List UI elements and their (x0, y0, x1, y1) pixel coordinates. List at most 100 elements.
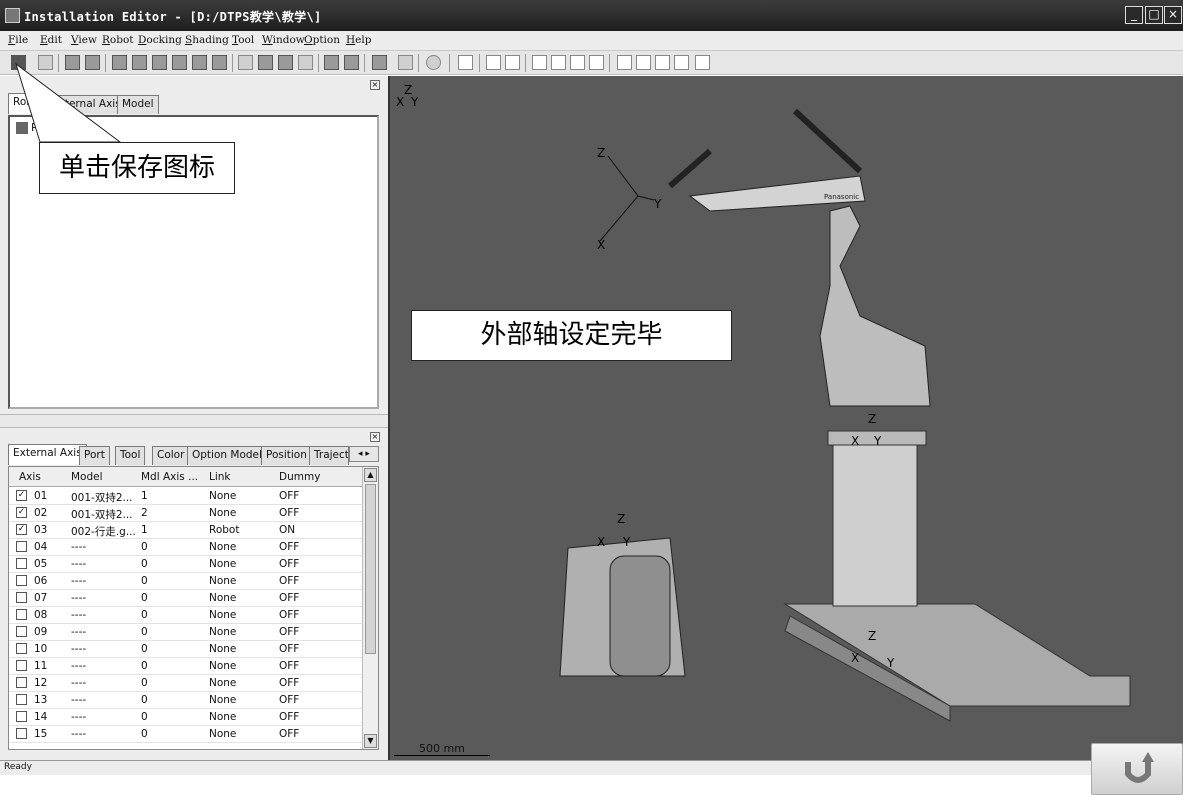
table-row[interactable]: 04 ---- 0 None OFF (9, 539, 363, 556)
view-cube-icon[interactable] (258, 55, 273, 70)
maximize-button[interactable]: □ (1145, 6, 1163, 24)
table-row[interactable]: 13 ---- 0 None OFF (9, 692, 363, 709)
target-icon[interactable] (426, 55, 441, 70)
table-row[interactable]: 05 ---- 0 None OFF (9, 556, 363, 573)
table-row[interactable]: 12 ---- 0 None OFF (9, 675, 363, 692)
row-checkbox[interactable]: ✓ (16, 490, 27, 501)
layout-vsplit-icon[interactable] (486, 55, 501, 70)
tab-trajectory[interactable]: Traject (309, 446, 349, 465)
row-checkbox[interactable] (16, 643, 27, 654)
table-row[interactable]: 10 ---- 0 None OFF (9, 641, 363, 658)
layout-grid-icon[interactable] (551, 55, 566, 70)
layer-icon[interactable] (398, 55, 413, 70)
panel-splitter[interactable] (0, 414, 388, 428)
tab-option-model[interactable]: Option Model (187, 446, 267, 465)
layer-icon[interactable] (372, 55, 387, 70)
envelope-icon[interactable] (344, 55, 359, 70)
cell-dummy: OFF (279, 507, 300, 519)
row-checkbox[interactable] (16, 660, 27, 671)
cell-mdl-axis: 0 (141, 575, 148, 587)
scroll-down-icon[interactable]: ▼ (364, 734, 377, 748)
cell-mdl-axis: 0 (141, 660, 148, 672)
tab-position[interactable]: Position (261, 446, 312, 465)
layout-single-icon[interactable] (458, 55, 473, 70)
tab-external-axis[interactable]: External Axis (8, 444, 87, 465)
view-cube-icon[interactable] (278, 55, 293, 70)
row-checkbox[interactable]: ✓ (16, 524, 27, 535)
tab-tool[interactable]: Tool (115, 446, 146, 465)
close-icon[interactable]: × (370, 80, 380, 90)
column-link[interactable]: Link (209, 471, 231, 483)
table-row[interactable]: ✓ 03 002-行走.g... 1 Robot ON (9, 522, 363, 539)
table-row[interactable]: ✓ 01 001-双持2... 1 None OFF (9, 488, 363, 505)
shading-icon[interactable] (324, 55, 339, 70)
menu-option[interactable]: Option (304, 34, 340, 46)
tab-color[interactable]: Color (152, 446, 190, 465)
menu-bar: File Edit View Robot Docking Shading Too… (0, 31, 1183, 51)
table-row[interactable]: 08 ---- 0 None OFF (9, 607, 363, 624)
row-checkbox[interactable] (16, 711, 27, 722)
menu-docking[interactable]: Docking (138, 34, 182, 46)
cell-mdl-axis: 1 (141, 490, 148, 502)
menu-edit[interactable]: Edit (40, 34, 62, 46)
layout-grid-icon[interactable] (570, 55, 585, 70)
menu-robot[interactable]: Robot (102, 34, 134, 46)
menu-help[interactable]: Help (346, 34, 371, 46)
cell-dummy: OFF (279, 490, 300, 502)
robot-pedestal (832, 440, 918, 607)
layout-quad-icon[interactable] (636, 55, 651, 70)
minimize-button[interactable]: _ (1125, 6, 1143, 24)
row-checkbox[interactable] (16, 728, 27, 739)
cell-model: 001-双持2... (71, 509, 133, 521)
cell-mdl-axis: 0 (141, 592, 148, 604)
menu-shading[interactable]: Shading (185, 34, 229, 46)
grid-scrollbar[interactable]: ▲ ▼ (362, 467, 378, 749)
menu-file[interactable]: File (8, 34, 28, 46)
layout-quad-icon[interactable] (674, 55, 689, 70)
table-row[interactable]: 07 ---- 0 None OFF (9, 590, 363, 607)
view-cube-icon[interactable] (298, 55, 313, 70)
base-axis-y: Y (874, 434, 882, 448)
column-model[interactable]: Model (71, 471, 103, 483)
column-axis[interactable]: Axis (19, 471, 41, 483)
row-checkbox[interactable] (16, 558, 27, 569)
layout-quad-icon[interactable] (617, 55, 632, 70)
table-row[interactable]: 11 ---- 0 None OFF (9, 658, 363, 675)
close-button[interactable]: × (1164, 6, 1182, 24)
tab-port[interactable]: Port (79, 446, 110, 465)
menu-tool[interactable]: Tool (232, 34, 254, 46)
layout-hsplit-icon[interactable] (505, 55, 520, 70)
menu-window[interactable]: Window (262, 34, 305, 46)
callout-pointer-shape (15, 62, 122, 143)
column-mdl-axis[interactable]: Mdl Axis ... (141, 471, 198, 483)
layout-quad-icon[interactable] (695, 55, 710, 70)
row-checkbox[interactable] (16, 592, 27, 603)
scroll-up-icon[interactable]: ▲ (364, 468, 377, 482)
column-dummy[interactable]: Dummy (279, 471, 320, 483)
table-row[interactable]: 09 ---- 0 None OFF (9, 624, 363, 641)
table-row[interactable]: ✓ 02 001-双持2... 2 None OFF (9, 505, 363, 522)
row-checkbox[interactable]: ✓ (16, 507, 27, 518)
robot-torch (668, 148, 712, 189)
row-checkbox[interactable] (16, 677, 27, 688)
row-checkbox[interactable] (16, 626, 27, 637)
layout-grid-icon[interactable] (589, 55, 604, 70)
back-button[interactable] (1091, 743, 1183, 795)
tab-scroll-arrows[interactable]: ◂ ▸ (349, 446, 379, 462)
row-checkbox[interactable] (16, 541, 27, 552)
cell-axis: 14 (34, 711, 48, 723)
cell-model: ---- (71, 575, 87, 587)
row-checkbox[interactable] (16, 694, 27, 705)
scroll-thumb[interactable] (365, 484, 376, 654)
menu-view[interactable]: View (71, 34, 97, 46)
row-checkbox[interactable] (16, 575, 27, 586)
table-row[interactable]: 14 ---- 0 None OFF (9, 709, 363, 726)
close-icon[interactable]: × (370, 432, 380, 442)
rail-axis-z: Z (868, 629, 877, 643)
layout-grid-icon[interactable] (532, 55, 547, 70)
table-row[interactable]: 06 ---- 0 None OFF (9, 573, 363, 590)
row-checkbox[interactable] (16, 609, 27, 620)
3d-viewport[interactable]: Z X Y Z Y X Z X Y Z X Y Z X Y Panasonic … (388, 76, 1183, 760)
layout-quad-icon[interactable] (655, 55, 670, 70)
table-row[interactable]: 15 ---- 0 None OFF (9, 726, 363, 743)
